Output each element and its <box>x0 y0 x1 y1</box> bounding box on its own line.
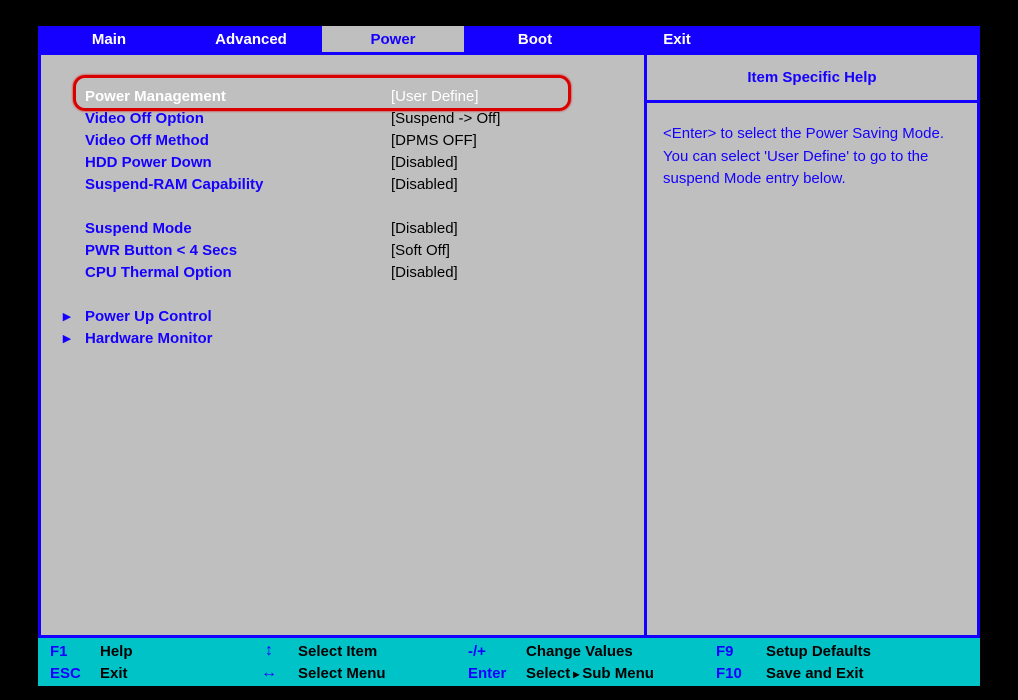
submenu-power-up-control[interactable]: ▸ Power Up Control <box>63 305 634 327</box>
hint-help: Help <box>100 643 240 660</box>
item-value: [Disabled] <box>391 264 458 281</box>
tab-main[interactable]: Main <box>38 26 180 52</box>
hint-exit: Exit <box>100 665 240 682</box>
tab-boot[interactable]: Boot <box>464 26 606 52</box>
key-minus-plus: -/+ <box>468 643 526 660</box>
item-pwr-button[interactable]: PWR Button < 4 Secs [Soft Off] <box>63 239 634 261</box>
item-label: CPU Thermal Option <box>81 264 391 281</box>
item-label: Power Up Control <box>81 308 391 325</box>
main-panel: Power Management [User Define] Video Off… <box>41 55 647 635</box>
key-esc: ESC <box>50 665 100 682</box>
item-value: [DPMS OFF] <box>391 132 477 149</box>
item-suspend-mode[interactable]: Suspend Mode [Disabled] <box>63 217 634 239</box>
help-panel: Item Specific Help <Enter> to select the… <box>647 55 977 635</box>
hint-select-item: Select Item <box>298 643 468 660</box>
menu-bar: Main Advanced Power Boot Exit <box>38 26 980 52</box>
item-label: PWR Button < 4 Secs <box>81 242 391 259</box>
hint-change-values: Change Values <box>526 643 716 660</box>
help-body: <Enter> to select the Power Saving Mode.… <box>647 103 977 211</box>
item-video-off-method[interactable]: Video Off Method [DPMS OFF] <box>63 129 634 151</box>
item-label: Video Off Method <box>81 132 391 149</box>
hint-select-menu: Select Menu <box>298 665 468 682</box>
item-label: Suspend Mode <box>81 220 391 237</box>
leftright-arrow-icon: ↔ <box>240 664 298 682</box>
item-label: Power Management <box>81 88 391 105</box>
submenu-hardware-monitor[interactable]: ▸ Hardware Monitor <box>63 327 634 349</box>
item-power-management[interactable]: Power Management [User Define] <box>63 85 634 107</box>
item-value: [Suspend -> Off] <box>391 110 500 127</box>
hint-save-exit: Save and Exit <box>766 665 864 682</box>
updown-arrow-icon: ↕ <box>240 642 298 660</box>
item-cpu-thermal[interactable]: CPU Thermal Option [Disabled] <box>63 261 634 283</box>
footer-bar: F1 Help ↕ Select Item -/+ Change Values … <box>38 638 980 686</box>
key-f1: F1 <box>50 643 100 660</box>
item-label: Hardware Monitor <box>81 330 391 347</box>
submenu-arrow-icon: ▸ <box>63 329 81 347</box>
key-enter: Enter <box>468 665 526 682</box>
tab-power[interactable]: Power <box>322 26 464 52</box>
item-label: Video Off Option <box>81 110 391 127</box>
hint-setup-defaults: Setup Defaults <box>766 643 871 660</box>
submenu-arrow-icon: ▸ <box>63 307 81 325</box>
item-suspend-ram[interactable]: Suspend-RAM Capability [Disabled] <box>63 173 634 195</box>
item-value: [Soft Off] <box>391 242 450 259</box>
help-title: Item Specific Help <box>647 55 977 103</box>
hint-select-submenu: Select▸Sub Menu <box>526 665 716 682</box>
tab-advanced[interactable]: Advanced <box>180 26 322 52</box>
item-value: [Disabled] <box>391 176 458 193</box>
tab-exit[interactable]: Exit <box>606 26 748 52</box>
key-f9: F9 <box>716 643 766 660</box>
item-hdd-power-down[interactable]: HDD Power Down [Disabled] <box>63 151 634 173</box>
item-value: [User Define] <box>391 88 479 105</box>
submenu-arrow-icon: ▸ <box>573 667 579 681</box>
key-f10: F10 <box>716 665 766 682</box>
body-area: Power Management [User Define] Video Off… <box>38 52 980 638</box>
item-value: [Disabled] <box>391 220 458 237</box>
item-label: HDD Power Down <box>81 154 391 171</box>
item-video-off-option[interactable]: Video Off Option [Suspend -> Off] <box>63 107 634 129</box>
item-value: [Disabled] <box>391 154 458 171</box>
item-label: Suspend-RAM Capability <box>81 176 391 193</box>
